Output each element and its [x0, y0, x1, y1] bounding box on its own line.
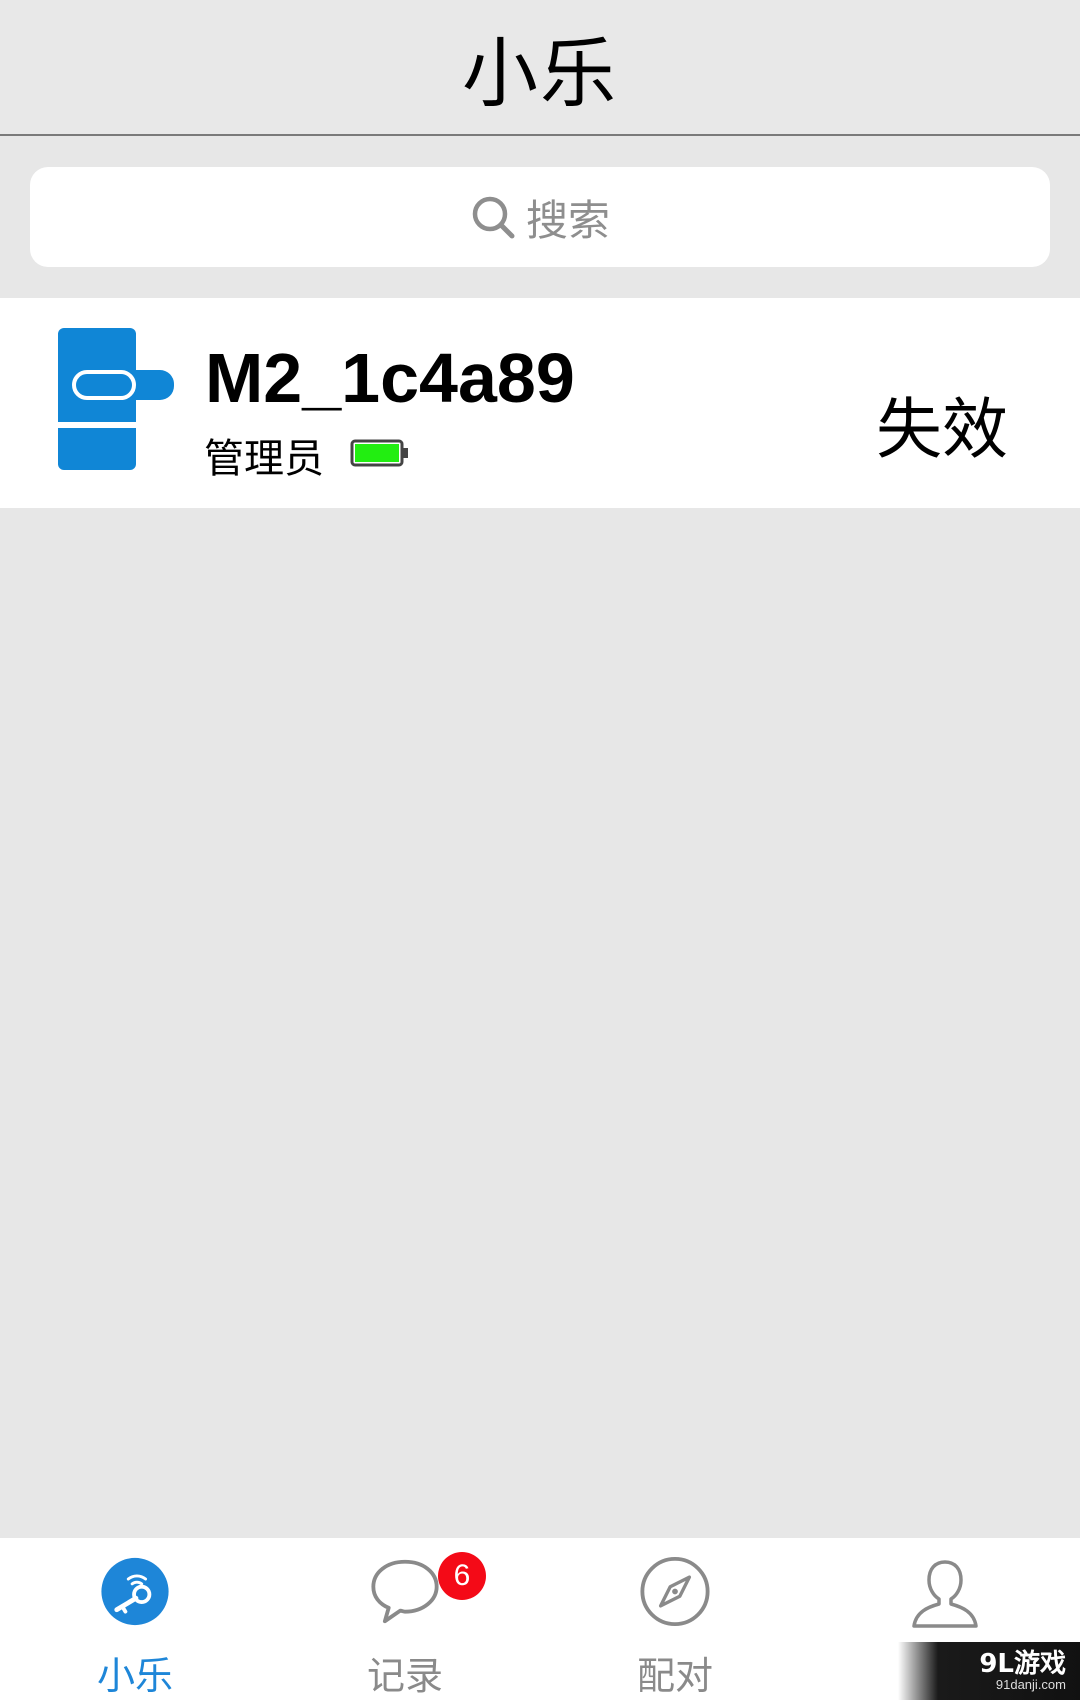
- device-status: 失效: [876, 391, 1008, 468]
- watermark: 9L游戏 91danji.com: [898, 1642, 1080, 1700]
- tab-xiaole[interactable]: 小乐: [0, 1538, 270, 1700]
- user-icon: [912, 1560, 978, 1628]
- device-name: M2_1c4a89: [205, 339, 575, 417]
- watermark-url: 91danji.com: [995, 1677, 1066, 1692]
- battery-icon: [350, 439, 408, 467]
- chat-bubble-icon: [371, 1559, 439, 1624]
- page-title: 小乐: [462, 29, 618, 118]
- watermark-logo: 9L游戏: [979, 1649, 1066, 1679]
- door-lock-icon: [56, 328, 174, 470]
- title-bar: 小乐: [0, 0, 1080, 136]
- tab-label: 配对: [636, 1654, 713, 1698]
- lock-key-icon: [101, 1557, 169, 1626]
- search-bar[interactable]: 搜索: [30, 167, 1050, 267]
- tab-label: 小乐: [96, 1654, 173, 1698]
- search-placeholder: 搜索: [525, 195, 610, 245]
- device-role: 管理员: [204, 436, 324, 482]
- search-icon: [472, 196, 515, 239]
- tab-label: 记录: [366, 1654, 443, 1698]
- compass-icon: [640, 1556, 710, 1627]
- device-list-item[interactable]: M2_1c4a89 管理员 失效: [0, 298, 1080, 508]
- tab-records[interactable]: 6 记录: [270, 1538, 540, 1700]
- tab-pairing[interactable]: 配对: [540, 1538, 810, 1700]
- unread-badge: 6: [438, 1552, 486, 1600]
